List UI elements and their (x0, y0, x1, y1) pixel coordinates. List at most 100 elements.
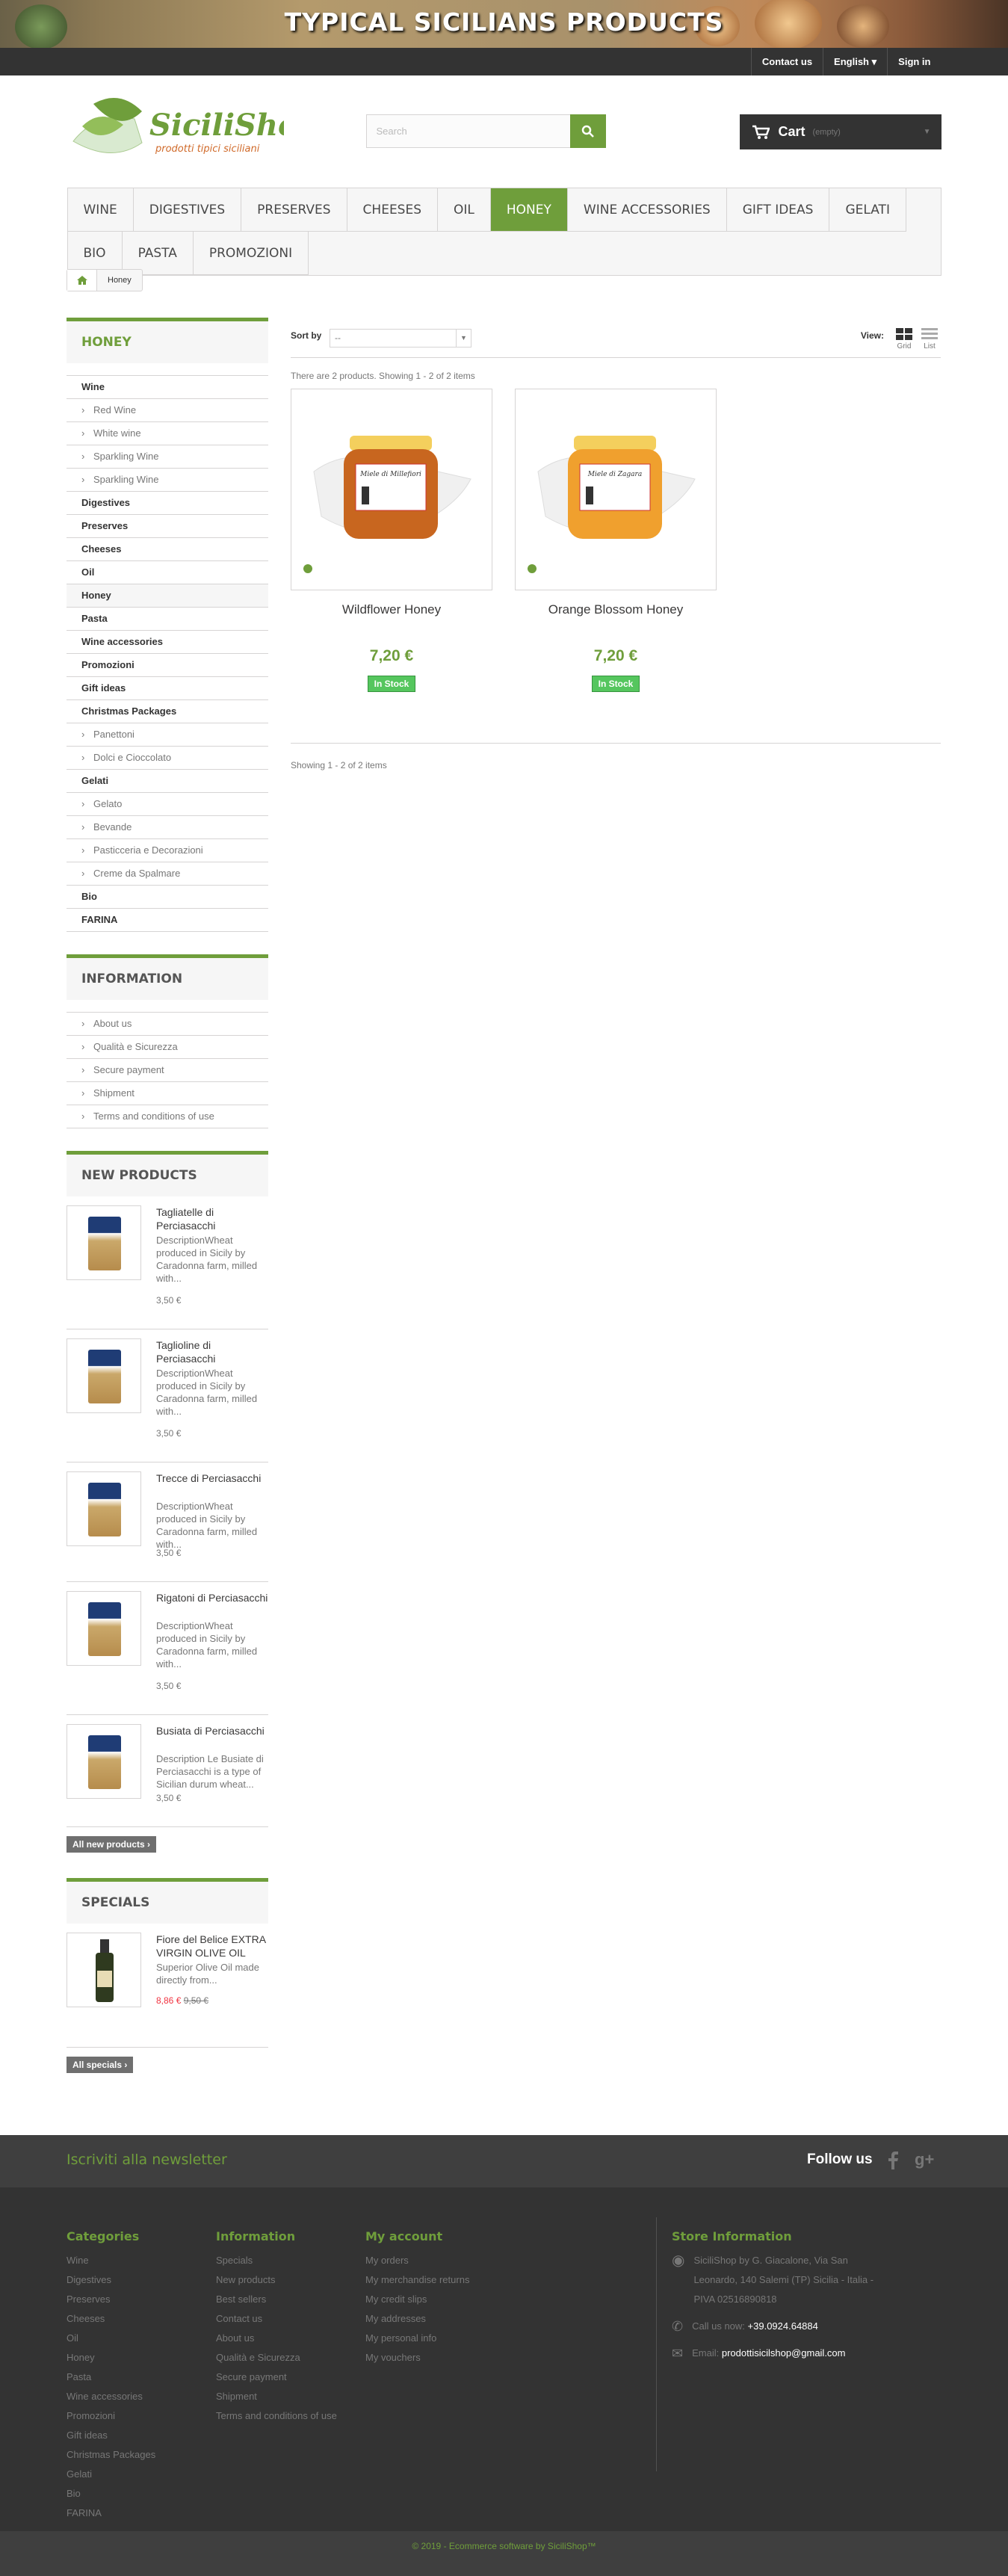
category-item[interactable]: Pasta (67, 608, 268, 631)
call-label: Call us now: (692, 2320, 745, 2332)
information-link[interactable]: Terms and conditions of use (67, 1105, 268, 1128)
category-item[interactable]: Gift ideas (67, 677, 268, 700)
category-item[interactable]: Promozioni (67, 654, 268, 677)
product-name[interactable]: Taglioline di Perciasacchi (156, 1338, 268, 1365)
footer-category-link[interactable]: Wine (67, 2251, 155, 2270)
new-product-item[interactable]: Rigatoni di Perciasacchi DescriptionWheat… (67, 1582, 268, 1715)
category-item[interactable]: Wine accessories (67, 631, 268, 654)
category-item[interactable]: Bio (67, 886, 268, 909)
information-link[interactable]: Qualità e Sicurezza (67, 1036, 268, 1059)
footer-category-link[interactable]: Honey (67, 2348, 155, 2367)
new-product-item[interactable]: Taglioline di Perciasacchi DescriptionWhe… (67, 1329, 268, 1462)
product-name[interactable]: Orange Blossom Honey (515, 602, 717, 617)
footer-account-link[interactable]: My addresses (365, 2309, 469, 2329)
footer-account-link[interactable]: My merchandise returns (365, 2270, 469, 2290)
email-link[interactable]: prodottisicilshop@gmail.com (722, 2347, 846, 2359)
footer-category-link[interactable]: FARINA (67, 2504, 155, 2523)
footer-category-link[interactable]: Bio (67, 2484, 155, 2504)
footer-information-link[interactable]: Terms and conditions of use (216, 2406, 350, 2426)
footer-information-link[interactable]: Qualità e Sicurezza (216, 2348, 350, 2367)
new-product-item[interactable]: Trecce di Perciasacchi DescriptionWheat p… (67, 1462, 268, 1582)
product-name[interactable]: Tagliatelle di Perciasacchi (156, 1205, 268, 1232)
product-image[interactable] (67, 1724, 141, 1799)
facebook-icon[interactable] (888, 2152, 898, 2169)
footer-information-link[interactable]: Specials (216, 2251, 350, 2270)
all-specials-button[interactable]: All specials › (67, 2057, 134, 2073)
grid-view-button[interactable]: Grid (894, 328, 914, 350)
footer-account-link[interactable]: My vouchers (365, 2348, 469, 2367)
subcategory-item[interactable]: Panettoni (67, 723, 268, 747)
product-name[interactable]: Rigatoni di Perciasacchi (156, 1591, 268, 1604)
footer-information-link[interactable]: Secure payment (216, 2367, 350, 2387)
special-product[interactable]: Fiore del Belice EXTRA VIRGIN OLIVE OIL … (67, 1924, 268, 2048)
product-image[interactable] (67, 1933, 141, 2007)
information-link[interactable]: About us (67, 1013, 268, 1036)
product-image[interactable]: Miele di Zagara (515, 389, 717, 590)
store-address: ◉ SiciliShop by G. Giacalone, Via San Leo… (672, 2251, 880, 2309)
product-name[interactable]: Fiore del Belice EXTRA VIRGIN OLIVE OIL (156, 1933, 268, 1959)
new-product-item[interactable]: Tagliatelle di Perciasacchi DescriptionWh… (67, 1196, 268, 1329)
category-item[interactable]: Preserves (67, 515, 268, 538)
subcategory-item[interactable]: Dolci e Cioccolato (67, 747, 268, 770)
footer-category-link[interactable]: Preserves (67, 2290, 155, 2309)
all-new-products-button[interactable]: All new products › (67, 1836, 157, 1853)
footer-category-link[interactable]: Oil (67, 2329, 155, 2348)
footer-account-link[interactable]: My credit slips (365, 2290, 469, 2309)
footer-category-link[interactable]: Wine accessories (67, 2387, 155, 2406)
category-item[interactable]: Wine (67, 376, 268, 399)
footer-account-link[interactable]: My orders (365, 2251, 469, 2270)
stock-badge: In Stock (591, 676, 640, 692)
footer-category-link[interactable]: Digestives (67, 2270, 155, 2290)
footer-category-link[interactable]: Promozioni (67, 2406, 155, 2426)
breadcrumb-home[interactable] (67, 270, 97, 291)
subcategory-item[interactable]: Sparkling Wine (67, 469, 268, 492)
footer-information-link[interactable]: New products (216, 2270, 350, 2290)
footer-information-link[interactable]: Contact us (216, 2309, 350, 2329)
subcategory-item[interactable]: Sparkling Wine (67, 445, 268, 469)
copyright[interactable]: © 2019 - Ecommerce software by SiciliSho… (0, 2541, 1008, 2551)
category-item[interactable]: Oil (67, 561, 268, 584)
subcategory-item[interactable]: Pasticceria e Decorazioni (67, 839, 268, 862)
product-name[interactable]: Busiata di Perciasacchi (156, 1724, 268, 1738)
google-plus-icon[interactable]: g+ (915, 2150, 934, 2169)
footer-category-link[interactable]: Pasta (67, 2367, 155, 2387)
subcategory-item[interactable]: Gelato (67, 793, 268, 816)
subcategory-item[interactable]: Bevande (67, 816, 268, 839)
product-image[interactable] (67, 1471, 141, 1546)
product-list: Miele di Millefiori Wildflower Honey 7,20 … (291, 389, 941, 692)
subcategory-item[interactable]: White wine (67, 422, 268, 445)
subcategory-item[interactable]: Red Wine (67, 399, 268, 422)
footer-category-link[interactable]: Gift ideas (67, 2426, 155, 2445)
information-link[interactable]: Shipment (67, 1082, 268, 1105)
category-item[interactable]: Honey (67, 584, 268, 608)
category-item[interactable]: Christmas Packages (67, 700, 268, 723)
phone-number: +39.0924.64884 (747, 2320, 818, 2332)
category-item[interactable]: Gelati (67, 770, 268, 793)
new-product-item[interactable]: Busiata di Perciasacchi Description Le Bu… (67, 1715, 268, 1827)
product-image[interactable] (67, 1591, 141, 1666)
product-image[interactable] (67, 1338, 141, 1413)
category-item[interactable]: FARINA (67, 909, 268, 932)
footer-information-link[interactable]: Best sellers (216, 2290, 350, 2309)
product-name[interactable]: Wildflower Honey (291, 602, 492, 617)
product-description: DescriptionWheat produced in Sicily by C… (156, 1620, 258, 1670)
newsletter-title[interactable]: Iscriviti alla newsletter (67, 2152, 227, 2168)
product-card[interactable]: Miele di Zagara Orange Blossom Honey 7,20 … (515, 389, 717, 692)
footer-account-link[interactable]: My personal info (365, 2329, 469, 2348)
footer-category-link[interactable]: Cheeses (67, 2309, 155, 2329)
product-card[interactable]: Miele di Millefiori Wildflower Honey 7,20 … (291, 389, 492, 692)
information-link[interactable]: Secure payment (67, 1059, 268, 1082)
footer-category-link[interactable]: Christmas Packages (67, 2445, 155, 2465)
product-name[interactable]: Trecce di Perciasacchi (156, 1471, 268, 1485)
product-image[interactable]: Miele di Millefiori (291, 389, 492, 590)
category-item[interactable]: Digestives (67, 492, 268, 515)
product-price: 7,20 € (593, 647, 638, 664)
footer-information-link[interactable]: About us (216, 2329, 350, 2348)
sort-select[interactable]: -- ▼ (330, 329, 471, 348)
subcategory-item[interactable]: Creme da Spalmare (67, 862, 268, 886)
footer-information-link[interactable]: Shipment (216, 2387, 350, 2406)
product-image[interactable] (67, 1205, 141, 1280)
list-view-button[interactable]: List (920, 328, 939, 350)
category-item[interactable]: Cheeses (67, 538, 268, 561)
footer-category-link[interactable]: Gelati (67, 2465, 155, 2484)
